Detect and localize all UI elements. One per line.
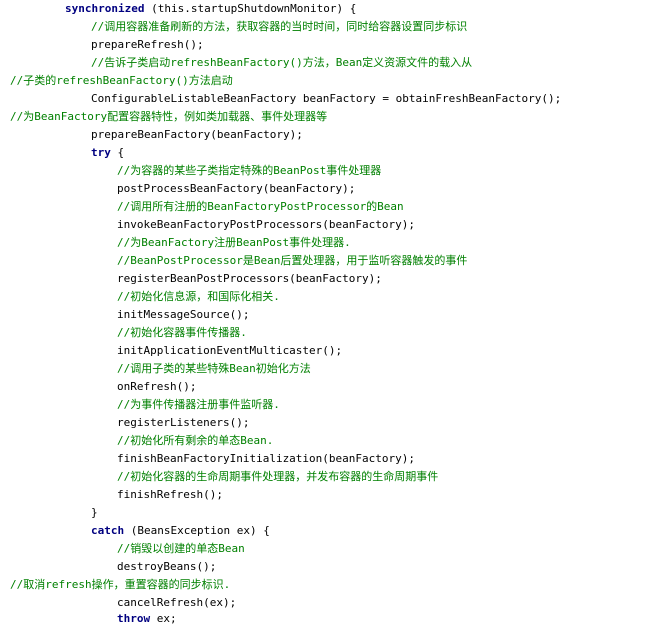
code-statement: registerBeanPostProcessors(beanFactory); xyxy=(117,272,382,285)
code-comment: //初始化信息源，和国际化相关. xyxy=(117,290,280,303)
code-text: (BeansException ex) { xyxy=(124,524,270,537)
keyword-try: try xyxy=(91,146,111,159)
code-text: ex; xyxy=(150,612,177,625)
keyword-catch: catch xyxy=(91,524,125,537)
code-line: synchronized (this.startupShutdownMonito… xyxy=(65,0,356,18)
code-statement: postProcessBeanFactory(beanFactory); xyxy=(117,182,356,195)
code-statement: ConfigurableListableBeanFactory beanFact… xyxy=(91,92,562,105)
keyword-throw: throw xyxy=(117,612,151,625)
code-comment: //调用所有注册的BeanFactoryPostProcessor的Bean xyxy=(117,200,404,213)
code-statement: finishBeanFactoryInitialization(beanFact… xyxy=(117,452,416,465)
code-statement: onRefresh(); xyxy=(117,380,197,393)
keyword-synchronized: synchronized xyxy=(65,2,145,15)
code-line: try { xyxy=(91,144,124,162)
code-statement: destroyBeans(); xyxy=(117,560,217,573)
code-statement: prepareRefresh(); xyxy=(91,38,204,51)
code-comment: //为事件传播器注册事件监听器. xyxy=(117,398,280,411)
code-comment: //初始化所有剩余的单态Bean. xyxy=(117,434,274,447)
code-comment: //初始化容器事件传播器. xyxy=(117,326,247,339)
code-text: { xyxy=(110,146,125,159)
code-comment: //为BeanFactory注册BeanPost事件处理器. xyxy=(117,236,351,249)
code-statement: invokeBeanFactoryPostProcessors(beanFact… xyxy=(117,218,416,231)
code-statement: initMessageSource(); xyxy=(117,308,250,321)
code-comment: //为BeanFactory配置容器特性，例如类加载器、事件处理器等 xyxy=(10,110,328,123)
code-line: catch (BeansException ex) { xyxy=(91,522,270,540)
code-comment: //为容器的某些子类指定特殊的BeanPost事件处理器 xyxy=(117,164,382,177)
code-brace: } xyxy=(91,506,98,519)
code-comment: //初始化容器的生命周期事件处理器，并发布容器的生命周期事件 xyxy=(117,470,439,483)
code-comment: //调用容器准备刷新的方法，获取容器的当时时间，同时给容器设置同步标识 xyxy=(91,20,468,33)
code-line: throw ex; xyxy=(117,610,177,628)
code-statement: prepareBeanFactory(beanFactory); xyxy=(91,128,303,141)
code-comment: //BeanPostProcessor是Bean后置处理器，用于监听容器触发的事… xyxy=(117,254,468,267)
code-comment: //子类的refreshBeanFactory()方法启动 xyxy=(10,74,233,87)
code-comment: //调用子类的某些特殊Bean初始化方法 xyxy=(117,362,311,375)
code-comment: //告诉子类启动refreshBeanFactory()方法，Bean定义资源文… xyxy=(91,56,473,69)
code-statement: initApplicationEventMulticaster(); xyxy=(117,344,343,357)
code-statement: finishRefresh(); xyxy=(117,488,223,501)
code-comment: //销毁以创建的单态Bean xyxy=(117,542,245,555)
code-view: synchronized (this.startupShutdownMonito… xyxy=(0,0,656,628)
code-text: (this.startupShutdownMonitor) { xyxy=(144,2,357,15)
code-comment: //取消refresh操作，重置容器的同步标识. xyxy=(10,578,231,591)
code-statement: registerListeners(); xyxy=(117,416,250,429)
